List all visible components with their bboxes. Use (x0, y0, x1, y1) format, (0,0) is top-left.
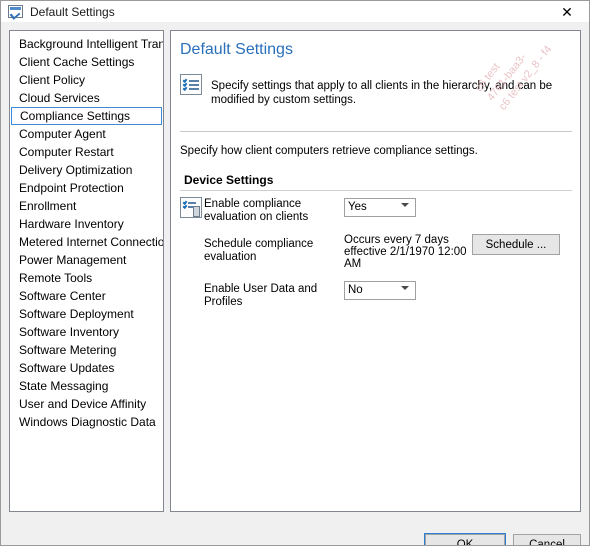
ok-button[interactable]: OK (424, 533, 506, 545)
sidebar-item-software-deployment[interactable]: Software Deployment (10, 305, 163, 323)
sidebar-item-delivery-optimization[interactable]: Delivery Optimization (10, 161, 163, 179)
schedule-compliance-evaluation-label: Schedule compliance evaluation (204, 238, 314, 263)
sidebar-item-software-metering[interactable]: Software Metering (10, 341, 163, 359)
sidebar-item-state-messaging[interactable]: State Messaging (10, 377, 163, 395)
sidebar-item-endpoint-protection[interactable]: Endpoint Protection (10, 179, 163, 197)
page-title: Default Settings (180, 41, 293, 58)
page-description-row: Specify settings that apply to all clien… (180, 74, 572, 107)
row-icon-cell (180, 197, 204, 218)
setting-row: Enable compliance evaluation on clients … (180, 197, 572, 224)
sidebar-item-compliance-settings[interactable]: Compliance Settings (11, 107, 162, 125)
category-listbox[interactable]: Background Intelligent Transfer Client C… (9, 30, 164, 512)
setting-row: Enable User Data and Profiles No Yes (180, 280, 572, 309)
window-title: Default Settings (30, 4, 115, 19)
sidebar-item-computer-agent[interactable]: Computer Agent (10, 125, 163, 143)
divider (180, 131, 572, 132)
sidebar-item-cloud-services[interactable]: Cloud Services (10, 89, 163, 107)
enable-compliance-evaluation-control: Yes No (344, 197, 416, 217)
sidebar-item-windows-diagnostic-data[interactable]: Windows Diagnostic Data (10, 413, 163, 431)
sidebar-item-software-inventory[interactable]: Software Inventory (10, 323, 163, 341)
enable-user-data-and-profiles-label: Enable User Data and Profiles (204, 283, 318, 308)
sidebar-item-remote-tools[interactable]: Remote Tools (10, 269, 163, 287)
dialog-window: Default Settings ✕ Background Intelligen… (0, 0, 590, 546)
sidebar-item-power-management[interactable]: Power Management (10, 251, 163, 269)
enable-compliance-evaluation-label: Enable compliance evaluation on clients (204, 198, 309, 223)
page-description: Specify settings that apply to all clien… (211, 80, 553, 106)
sidebar-item-hardware-inventory[interactable]: Hardware Inventory (10, 215, 163, 233)
sidebar-item-user-and-device-affinity[interactable]: User and Device Affinity (10, 395, 163, 413)
setting-row: Schedule compliance evaluation Occurs ev… (180, 234, 572, 270)
close-icon[interactable]: ✕ (545, 1, 589, 22)
enable-user-data-and-profiles-select[interactable]: No Yes (344, 280, 416, 300)
sidebar-item-client-policy[interactable]: Client Policy (10, 71, 163, 89)
sidebar-item-computer-restart[interactable]: Computer Restart (10, 143, 163, 161)
page-sub-description: Specify how client computers retrieve co… (180, 145, 478, 157)
sidebar-item-client-cache-settings[interactable]: Client Cache Settings (10, 53, 163, 71)
enable-compliance-evaluation-select[interactable]: Yes No (344, 197, 416, 217)
detail-pane: Default Settings Specify settings that a… (170, 30, 581, 512)
sidebar-item-enrollment[interactable]: Enrollment (10, 197, 163, 215)
dialog-body: Background Intelligent Transfer Client C… (1, 22, 589, 545)
compliance-computer-icon (180, 197, 202, 218)
group-header: Device Settings (180, 171, 572, 191)
sidebar-item-metered-internet-connections[interactable]: Metered Internet Connections (10, 233, 163, 251)
dialog-footer: OK Cancel (1, 520, 589, 545)
settings-document-icon (8, 5, 23, 18)
sidebar-item-software-center[interactable]: Software Center (10, 287, 163, 305)
schedule-compliance-evaluation-value: Occurs every 7 days effective 2/1/1970 1… (344, 234, 467, 270)
title-bar: Default Settings ✕ (1, 1, 589, 22)
cancel-button[interactable]: Cancel (513, 534, 581, 545)
checklist-document-icon (180, 74, 202, 95)
device-settings-group: Device Settings Enable compliance evalua… (180, 171, 572, 309)
enable-user-data-and-profiles-control: No Yes (344, 280, 416, 300)
sidebar-item-background-intelligent-transfer[interactable]: Background Intelligent Transfer (10, 35, 163, 53)
sidebar-item-software-updates[interactable]: Software Updates (10, 359, 163, 377)
schedule-button[interactable]: Schedule ... (472, 234, 560, 255)
